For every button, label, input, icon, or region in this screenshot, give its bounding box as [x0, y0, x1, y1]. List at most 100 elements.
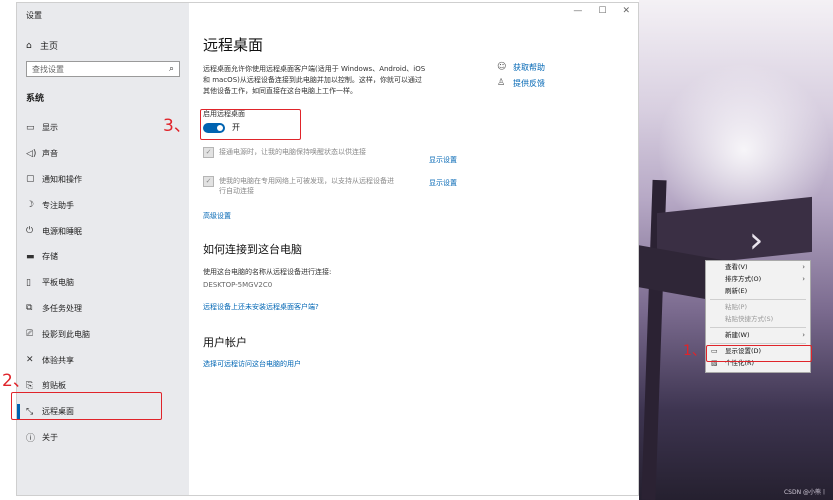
select-users-link[interactable]: 选择可远程访问这台电脑的用户	[203, 359, 301, 369]
sidebar-home-label: 主页	[40, 42, 59, 52]
projection-icon: ⎚	[26, 329, 34, 340]
settings-window: 设置 ⌂ 主页 查找设置 ⌕ 系统 ▭ 显示 ◁) 声音 ▢ 通知和操作 ☽ 专…	[16, 2, 639, 496]
monitor-icon: ▭	[26, 122, 35, 133]
menu-item-label: 刷新(E)	[725, 287, 748, 295]
sidebar-item-label: 体验共享	[42, 355, 74, 365]
tablet-icon: ▯	[26, 277, 31, 288]
option-keep-awake: ✓ 接通电源时，让我的电脑保持唤醒状态以供连接	[203, 147, 424, 158]
option-label-line: 使我的电脑在专用网络上可被发现，以支持从远程设备进	[219, 177, 394, 185]
sidebar-item-notifications[interactable]: ▢ 通知和操作	[17, 167, 189, 193]
annotation-step-3: 3、	[163, 116, 191, 136]
chevron-right-icon: ›	[802, 275, 805, 283]
desktop-wallpaper[interactable]: › CSDN @小熊丨	[639, 0, 833, 500]
sidebar-section-label: 系统	[26, 94, 45, 104]
menu-item-label: 查看(V)	[725, 263, 748, 271]
power-icon: ⏻	[26, 226, 34, 237]
menu-item-sort[interactable]: 排序方式(O) ›	[706, 273, 810, 285]
search-input[interactable]: 查找设置 ⌕	[26, 61, 180, 77]
menu-item-paste-shortcut[interactable]: 粘贴快捷方式(S)	[706, 313, 810, 325]
menu-separator	[710, 298, 806, 300]
watermark: CSDN @小熊丨	[783, 489, 827, 496]
search-placeholder: 查找设置	[32, 64, 64, 74]
feedback-icon: ♙	[497, 78, 506, 88]
sidebar-item-power[interactable]: ⏻ 电源和睡眠	[17, 218, 189, 244]
sidebar-item-label: 声音	[42, 149, 58, 159]
sidebar-item-focus-assist[interactable]: ☽ 专注助手	[17, 192, 189, 218]
no-client-link[interactable]: 远程设备上还未安装远程桌面客户端?	[203, 302, 319, 312]
sidebar-item-label: 专注助手	[42, 200, 74, 210]
main-content: 远程桌面 远程桌面允许你使用远程桌面客户端(适用于 Windows、Androi…	[203, 3, 633, 495]
wallpaper-arrow: ›	[749, 220, 764, 261]
discoverable-checkbox[interactable]: ✓	[203, 176, 214, 187]
annotation-box-display-settings	[706, 345, 812, 362]
get-help-label: 获取帮助	[513, 62, 545, 72]
option-label-line: 行自动连接	[219, 187, 254, 195]
how-to-connect-desc: 使用这台电脑的名称从远程设备进行连接:	[203, 268, 332, 276]
menu-item-label: 粘贴(P)	[725, 303, 747, 311]
sidebar-item-label: 平板电脑	[42, 278, 74, 288]
share-icon: ✕	[26, 355, 34, 366]
chevron-right-icon: ›	[802, 263, 805, 271]
speaker-icon: ◁)	[26, 148, 37, 159]
chat-icon: ☺	[497, 62, 507, 72]
help-links: ☺ 获取帮助 ♙ 提供反馈	[497, 59, 545, 91]
menu-item-refresh[interactable]: 刷新(E)	[706, 285, 810, 297]
annotation-step-1: 1、	[683, 343, 706, 359]
menu-item-label: 粘贴快捷方式(S)	[725, 315, 774, 323]
option-label: 使我的电脑在专用网络上可被发现，以支持从远程设备进 行自动连接	[219, 176, 424, 196]
sidebar-item-label: 存储	[42, 252, 58, 262]
sidebar-item-label: 关于	[42, 432, 58, 442]
how-to-connect-heading: 如何连接到这台电脑	[203, 243, 302, 256]
show-settings-link-1[interactable]: 显示设置	[429, 155, 457, 165]
screen: 设置 ⌂ 主页 查找设置 ⌕ 系统 ▭ 显示 ◁) 声音 ▢ 通知和操作 ☽ 专…	[0, 0, 833, 500]
pc-name: DESKTOP-5MGV2C0	[203, 281, 273, 289]
menu-item-view[interactable]: 查看(V) ›	[706, 261, 810, 273]
sidebar-item-tablet[interactable]: ▯ 平板电脑	[17, 270, 189, 296]
sidebar-home[interactable]: ⌂ 主页	[26, 39, 59, 53]
page-title: 远程桌面	[203, 36, 264, 54]
sidebar-item-about[interactable]: ⓘ 关于	[17, 425, 189, 451]
sidebar-item-multitasking[interactable]: ⧉ 多任务处理	[17, 296, 189, 322]
description-line: 其他设备工作，如同直接在这台电脑上工作一样。	[203, 87, 357, 95]
home-icon: ⌂	[26, 40, 32, 51]
menu-item-paste[interactable]: 粘贴(P)	[706, 301, 810, 313]
sidebar-item-shared-experiences[interactable]: ✕ 体验共享	[17, 347, 189, 373]
chevron-right-icon: ›	[802, 331, 805, 339]
sidebar-item-label: 通知和操作	[42, 174, 82, 184]
storage-icon: ▬	[26, 251, 35, 262]
get-help-link[interactable]: ☺ 获取帮助	[497, 59, 545, 75]
advanced-settings-link[interactable]: 高级设置	[203, 211, 231, 221]
moon-icon: ☽	[26, 200, 35, 211]
annotation-box-remote-desktop	[11, 392, 162, 420]
user-accounts-heading: 用户帐户	[203, 336, 247, 349]
notification-icon: ▢	[26, 174, 35, 185]
sidebar-item-sound[interactable]: ◁) 声音	[17, 141, 189, 167]
option-discoverable: ✓ 使我的电脑在专用网络上可被发现，以支持从远程设备进 行自动连接	[203, 176, 424, 196]
menu-item-label: 排序方式(O)	[725, 275, 762, 283]
sidebar-item-storage[interactable]: ▬ 存储	[17, 244, 189, 270]
multitask-icon: ⧉	[26, 303, 33, 314]
annotation-box-toggle	[200, 109, 301, 140]
info-icon: ⓘ	[26, 433, 36, 444]
sidebar-item-label: 多任务处理	[42, 303, 82, 313]
sidebar-item-label: 投影到此电脑	[42, 329, 90, 339]
menu-item-new[interactable]: 新建(W) ›	[706, 329, 810, 341]
search-icon[interactable]: ⌕	[169, 64, 174, 74]
annotation-step-2: 2、	[2, 371, 30, 391]
description-line: 和 macOS)从远程设备连接到此电脑并加以控制。这样，你就可以通过	[203, 76, 422, 84]
show-settings-link-2[interactable]: 显示设置	[429, 178, 457, 188]
menu-separator	[710, 342, 806, 344]
menu-item-label: 新建(W)	[725, 331, 750, 339]
sidebar: 设置 ⌂ 主页 查找设置 ⌕ 系统 ▭ 显示 ◁) 声音 ▢ 通知和操作 ☽ 专…	[17, 3, 189, 495]
sidebar-item-projection[interactable]: ⎚ 投影到此电脑	[17, 321, 189, 347]
sidebar-item-label: 电源和睡眠	[42, 226, 82, 236]
feedback-label: 提供反馈	[513, 78, 545, 88]
sidebar-item-label: 剪贴板	[42, 381, 66, 391]
app-title: 设置	[26, 11, 42, 20]
feedback-link[interactable]: ♙ 提供反馈	[497, 75, 545, 91]
menu-separator	[710, 326, 806, 328]
page-description: 远程桌面允许你使用远程桌面客户端(适用于 Windows、Android、iOS…	[203, 64, 448, 97]
sidebar-item-label: 显示	[42, 123, 58, 133]
option-label: 接通电源时，让我的电脑保持唤醒状态以供连接	[219, 148, 366, 156]
keep-awake-checkbox[interactable]: ✓	[203, 147, 214, 158]
